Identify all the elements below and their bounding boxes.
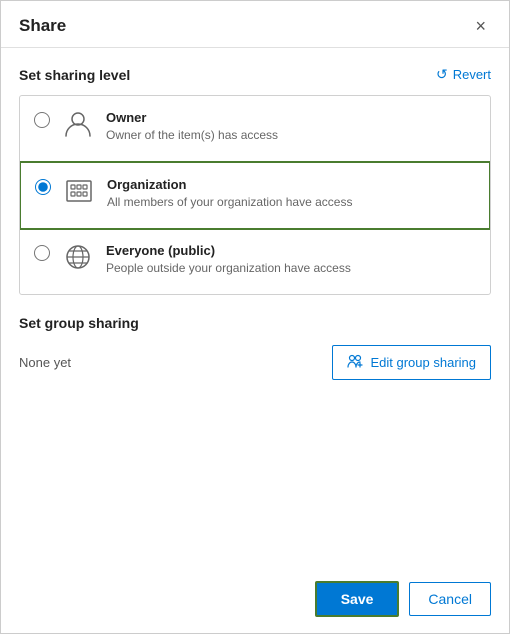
sharing-options-container: Owner Owner of the item(s) has access (19, 95, 491, 295)
organization-option-text: Organization All members of your organiz… (107, 177, 475, 209)
dialog-footer: Save Cancel (1, 569, 509, 633)
sharing-level-header: Set sharing level ↺ Revert (19, 66, 491, 83)
edit-group-sharing-button[interactable]: Edit group sharing (332, 345, 491, 380)
owner-option-text: Owner Owner of the item(s) has access (106, 110, 476, 142)
owner-label: Owner (106, 110, 476, 125)
everyone-option[interactable]: Everyone (public) People outside your or… (20, 229, 490, 294)
organization-option[interactable]: Organization All members of your organiz… (19, 161, 491, 230)
organization-radio-wrap[interactable] (35, 179, 51, 200)
everyone-option-text: Everyone (public) People outside your or… (106, 243, 476, 275)
everyone-label: Everyone (public) (106, 243, 476, 258)
owner-option[interactable]: Owner Owner of the item(s) has access (20, 96, 490, 162)
everyone-radio-wrap[interactable] (34, 245, 50, 266)
close-button[interactable]: × (470, 15, 491, 37)
dialog-title: Share (19, 16, 66, 36)
everyone-radio[interactable] (34, 245, 50, 261)
organization-desc: All members of your organization have ac… (107, 195, 475, 209)
group-sharing-title: Set group sharing (19, 315, 491, 331)
sharing-level-title: Set sharing level (19, 67, 130, 83)
person-icon (62, 108, 94, 147)
group-sharing-row: None yet Edit group sharing (19, 345, 491, 380)
revert-label: Revert (453, 67, 491, 82)
group-sharing-section: Set group sharing None yet E (19, 315, 491, 380)
globe-icon (62, 241, 94, 280)
group-sharing-icon (347, 353, 363, 372)
none-yet-label: None yet (19, 355, 71, 370)
everyone-desc: People outside your organization have ac… (106, 261, 476, 275)
save-button[interactable]: Save (315, 581, 400, 617)
owner-desc: Owner of the item(s) has access (106, 128, 476, 142)
organization-radio[interactable] (35, 179, 51, 195)
org-icon (63, 175, 95, 214)
revert-button[interactable]: ↺ Revert (436, 66, 491, 83)
organization-label: Organization (107, 177, 475, 192)
dialog-header: Share × (1, 1, 509, 48)
dialog-body: Set sharing level ↺ Revert (1, 48, 509, 569)
share-dialog: Share × Set sharing level ↺ Revert (0, 0, 510, 634)
owner-radio-wrap[interactable] (34, 112, 50, 133)
edit-group-sharing-label: Edit group sharing (370, 355, 476, 370)
revert-icon: ↺ (436, 66, 448, 83)
cancel-button[interactable]: Cancel (409, 582, 491, 616)
owner-radio[interactable] (34, 112, 50, 128)
